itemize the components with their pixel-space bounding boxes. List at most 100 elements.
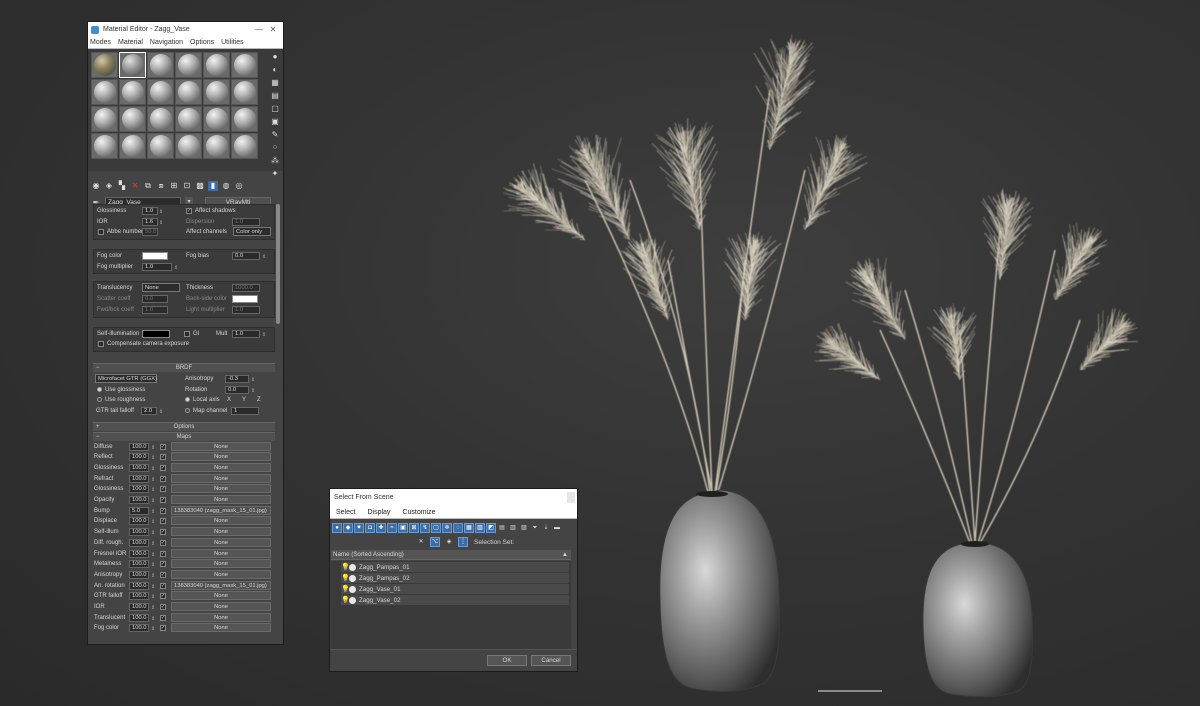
- filter-icon[interactable]: ⏷: [530, 523, 540, 533]
- ior-spinner[interactable]: 1.6: [142, 217, 158, 226]
- reset-map-icon[interactable]: ✕: [130, 181, 140, 191]
- spinner-arrows-icon[interactable]: ⇕: [151, 582, 155, 592]
- list-item[interactable]: 💡 Zagg_Pampas_02: [341, 573, 569, 583]
- fog-color-swatch[interactable]: [142, 252, 168, 261]
- clear-icon[interactable]: ✕: [416, 537, 426, 547]
- map-enable-checkbox[interactable]: ✓: [160, 550, 166, 557]
- brdf-rollout[interactable]: − BRDF: [93, 362, 275, 372]
- hierarchy-icon[interactable]: ⌥: [430, 537, 440, 547]
- map-slot-button[interactable]: None: [171, 452, 271, 462]
- spinner-arrows-icon[interactable]: ⇕: [151, 485, 155, 495]
- dispersion-spinner[interactable]: 1.0: [232, 217, 260, 226]
- map-slot-button[interactable]: None: [171, 463, 271, 472]
- material-slot[interactable]: [203, 52, 230, 78]
- select-from-scene-window[interactable]: Select From Scene Select Display Customi…: [329, 488, 578, 672]
- spinner-arrows-icon[interactable]: ⇕: [151, 592, 155, 602]
- material-editor-titlebar[interactable]: Material Editor - Zagg_Vase — ✕: [88, 22, 283, 37]
- background-icon[interactable]: ▦: [270, 78, 280, 88]
- fog-bias-spinner[interactable]: 0.0: [232, 252, 260, 261]
- options-rollout[interactable]: + Options: [93, 421, 275, 431]
- spinner-arrows-icon[interactable]: ⇕: [159, 218, 163, 228]
- menu-customize[interactable]: Customize: [402, 509, 435, 516]
- display-groups-icon[interactable]: ▣: [398, 523, 408, 533]
- back-side-color-swatch[interactable]: [232, 295, 258, 304]
- material-slot[interactable]: [147, 79, 174, 105]
- map-amount-spinner[interactable]: 100.0: [129, 517, 149, 526]
- map-amount-spinner[interactable]: 100.0: [129, 485, 149, 494]
- map-enable-checkbox[interactable]: ✓: [160, 497, 166, 504]
- material-slot[interactable]: [147, 52, 174, 78]
- display-containers-icon[interactable]: ▢: [431, 523, 441, 533]
- map-enable-checkbox[interactable]: ✓: [160, 529, 166, 536]
- map-enable-checkbox[interactable]: ✓: [160, 614, 166, 621]
- layers-icon[interactable]: ◈: [444, 537, 454, 547]
- map-enable-checkbox[interactable]: ✓: [160, 539, 166, 546]
- map-enable-checkbox[interactable]: ✓: [160, 475, 166, 482]
- list-item[interactable]: 💡 Zagg_Vase_01: [341, 584, 569, 594]
- map-slot-button[interactable]: None: [171, 495, 271, 505]
- light-bulb-icon[interactable]: 💡: [341, 563, 350, 571]
- map-enable-checkbox[interactable]: ✓: [160, 486, 166, 493]
- list-item[interactable]: 💡 Zagg_Pampas_01: [341, 562, 569, 572]
- map-enable-checkbox[interactable]: ✓: [160, 518, 166, 525]
- map-enable-checkbox[interactable]: ✓: [160, 443, 166, 450]
- spinner-arrows-icon[interactable]: ⇕: [151, 603, 155, 613]
- map-slot-button[interactable]: None: [171, 516, 271, 526]
- map-slot-button[interactable]: 138383040 (zagg_mask_15_01.jpg): [171, 505, 271, 515]
- map-amount-spinner[interactable]: 100.0: [129, 592, 149, 601]
- map-enable-checkbox[interactable]: ✓: [160, 561, 166, 568]
- map-amount-spinner[interactable]: 100.0: [129, 453, 149, 462]
- fog-multiplier-spinner[interactable]: 1.0: [142, 262, 172, 271]
- map-slot-button[interactable]: None: [171, 537, 271, 547]
- map-channel-radio[interactable]: [185, 407, 190, 413]
- map-amount-spinner[interactable]: 100.0: [129, 570, 149, 579]
- material-slot[interactable]: [231, 52, 258, 78]
- map-slot-button[interactable]: None: [171, 591, 271, 601]
- material-slot[interactable]: [175, 106, 202, 132]
- map-enable-checkbox[interactable]: ✓: [160, 593, 166, 600]
- axis-z-button[interactable]: Z: [257, 395, 261, 405]
- preview-icon[interactable]: ▣: [270, 117, 280, 127]
- go-to-parent-icon[interactable]: ◍: [221, 181, 231, 191]
- spinner-arrows-icon[interactable]: ⇕: [262, 330, 266, 340]
- spinner-arrows-icon[interactable]: ⇕: [159, 407, 163, 417]
- sample-type-icon[interactable]: ●: [270, 52, 280, 62]
- gtr-falloff-spinner[interactable]: 2.0: [141, 406, 157, 415]
- map-amount-spinner[interactable]: 100.0: [129, 549, 149, 558]
- glossiness-spinner[interactable]: 1.0: [142, 207, 158, 215]
- light-bulb-icon[interactable]: 💡: [341, 574, 350, 582]
- local-axis-radio[interactable]: [185, 397, 190, 403]
- map-slot-button[interactable]: None: [171, 559, 271, 569]
- map-amount-spinner[interactable]: 100.0: [129, 528, 149, 537]
- put-to-library-icon[interactable]: ⊞: [169, 181, 179, 191]
- light-bulb-icon[interactable]: 💡: [341, 596, 350, 604]
- map-slot-button[interactable]: None: [171, 601, 271, 611]
- options-icon[interactable]: ✎: [270, 130, 280, 140]
- menu-modes[interactable]: Modes: [90, 39, 111, 46]
- map-slot-button[interactable]: None: [171, 484, 271, 494]
- display-warps-icon[interactable]: ≈: [387, 523, 397, 533]
- map-slot-button[interactable]: None: [171, 569, 271, 579]
- select-invert-icon[interactable]: ▨: [519, 523, 529, 533]
- display-geometry-icon[interactable]: ●: [332, 523, 342, 533]
- material-slot[interactable]: [119, 133, 146, 159]
- ok-button[interactable]: OK: [487, 655, 527, 666]
- spinner-arrows-icon[interactable]: ⇕: [159, 207, 163, 217]
- material-slot[interactable]: [175, 52, 202, 78]
- map-enable-checkbox[interactable]: ✓: [160, 454, 166, 461]
- make-unique-icon[interactable]: ⧈: [156, 181, 166, 191]
- material-slot[interactable]: [119, 106, 146, 132]
- copy-material-icon[interactable]: ⧉: [143, 181, 153, 191]
- spinner-arrows-icon[interactable]: ⇕: [151, 560, 155, 570]
- put-to-scene-icon[interactable]: ◈: [104, 181, 114, 191]
- map-slot-button[interactable]: None: [171, 548, 271, 558]
- abbe-spinner[interactable]: 50.0: [142, 228, 158, 237]
- spinner-arrows-icon[interactable]: ⇕: [151, 571, 155, 581]
- display-cameras-icon[interactable]: ◘: [365, 523, 375, 533]
- spinner-arrows-icon[interactable]: ⇕: [151, 453, 155, 463]
- window-control[interactable]: [567, 492, 575, 503]
- menu-options[interactable]: Options: [190, 39, 214, 46]
- material-slot[interactable]: [175, 79, 202, 105]
- use-roughness-radio[interactable]: [97, 397, 102, 403]
- map-amount-spinner[interactable]: 100.0: [129, 442, 149, 451]
